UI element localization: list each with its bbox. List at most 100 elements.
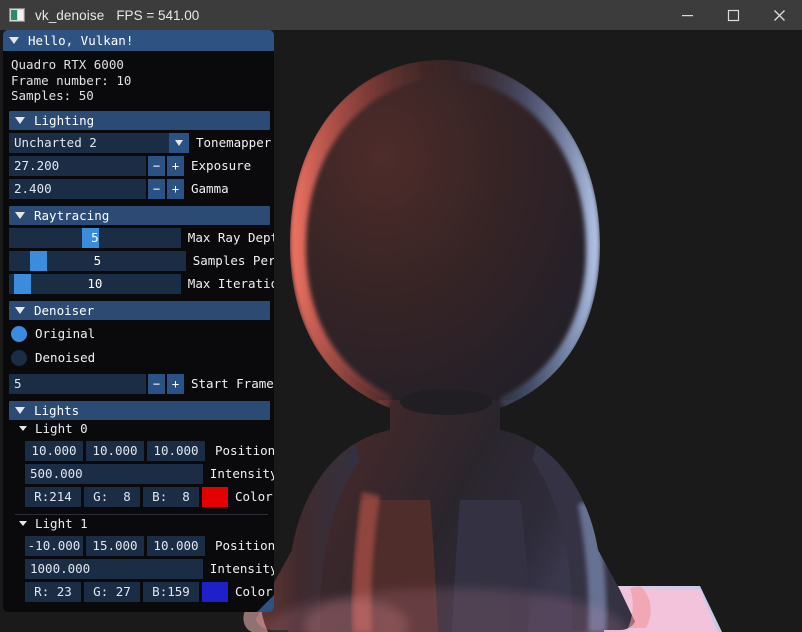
- row-exposure: 27.200 − + Exposure: [9, 155, 274, 176]
- panel-body: Quadro RTX 6000 Frame number: 10 Samples…: [3, 51, 274, 612]
- maximize-icon: [727, 9, 739, 21]
- collapse-icon-denoiser[interactable]: [15, 306, 25, 314]
- row-max-ray-depth: 5 Max Ray Dept: [9, 227, 274, 248]
- max-ray-depth-slider[interactable]: 5: [9, 227, 181, 248]
- panel-title-bar[interactable]: Hello, Vulkan!: [3, 30, 274, 51]
- start-frame-value: 5: [14, 376, 22, 391]
- light-1-position-label: Position: [215, 538, 274, 553]
- subsection-header-light-1[interactable]: Light 1: [19, 515, 274, 533]
- row-light-0-position: 10.000 10.000 10.000 Position: [25, 440, 274, 461]
- window-controls: [664, 0, 802, 30]
- light-0-color-swatch[interactable]: [202, 486, 228, 507]
- collapse-icon-light-1[interactable]: [19, 521, 27, 526]
- samples-per-frame-value: 5: [93, 253, 102, 268]
- minimize-button[interactable]: [664, 0, 710, 30]
- section-header-lighting[interactable]: Lighting: [9, 110, 270, 130]
- light-0-color-g[interactable]: G: 8: [84, 486, 140, 507]
- radio-denoised[interactable]: [11, 349, 27, 366]
- subsection-label-light-0: Light 0: [35, 421, 88, 436]
- close-button[interactable]: [756, 0, 802, 30]
- panel-resize-grip[interactable]: [257, 595, 274, 612]
- device-name: Quadro RTX 6000: [11, 57, 124, 72]
- close-icon: [773, 9, 785, 21]
- row-light-1-position: -10.000 15.000 10.000 Position: [25, 535, 274, 556]
- row-light-0-intensity: 500.000 Intensity: [25, 463, 274, 484]
- row-light-0-color: R:214 G: 8 B: 8 Color: [25, 486, 274, 507]
- chevron-down-icon[interactable]: [169, 132, 189, 153]
- window-fps-counter: FPS = 541.00: [116, 7, 200, 23]
- max-iterations-slider[interactable]: 10: [9, 273, 181, 294]
- start-frame-input[interactable]: 5: [9, 373, 146, 394]
- exposure-input[interactable]: 27.200: [9, 155, 146, 176]
- light-0-position-y[interactable]: 10.000: [86, 440, 144, 461]
- exposure-value: 27.200: [14, 158, 60, 173]
- exposure-increment-button[interactable]: +: [167, 155, 184, 176]
- window-title: vk_denoise: [35, 7, 105, 23]
- collapse-icon-lights[interactable]: [15, 406, 25, 414]
- light-0-position-z[interactable]: 10.000: [147, 440, 205, 461]
- maximize-button[interactable]: [710, 0, 756, 30]
- max-iterations-value: 10: [87, 276, 103, 291]
- light-0-color-r[interactable]: R:214: [25, 486, 81, 507]
- section-label-denoiser: Denoiser: [34, 302, 95, 318]
- light-0-color-label: Color: [235, 489, 273, 504]
- subsection-label-light-1: Light 1: [35, 516, 88, 531]
- gamma-increment-button[interactable]: +: [167, 178, 184, 199]
- tonemapper-select[interactable]: Uncharted 2: [9, 132, 189, 153]
- light-1-color-b[interactable]: B:159: [143, 581, 199, 602]
- gamma-decrement-button[interactable]: −: [148, 178, 165, 199]
- tonemapper-label: Tonemapper: [196, 135, 272, 150]
- row-samples-per-frame: 5 Samples Per: [9, 250, 274, 271]
- subsection-header-light-0[interactable]: Light 0: [19, 420, 274, 438]
- collapse-icon-light-0[interactable]: [19, 426, 27, 431]
- gamma-label: Gamma: [191, 181, 229, 196]
- device-info: Quadro RTX 6000 Frame number: 10 Samples…: [3, 51, 274, 108]
- max-ray-depth-value: 5: [91, 230, 99, 245]
- light-1-color-r[interactable]: R: 23: [25, 581, 81, 602]
- start-frame-increment-button[interactable]: +: [167, 373, 184, 394]
- light-0-intensity-input[interactable]: 500.000: [25, 463, 203, 484]
- minimize-icon: [681, 14, 693, 16]
- collapse-icon-lighting[interactable]: [15, 116, 25, 124]
- max-iterations-label: Max Iteratio: [187, 276, 274, 291]
- light-1-color-swatch[interactable]: [202, 581, 228, 602]
- radio-row-original[interactable]: Original: [11, 324, 274, 344]
- section-label-raytracing: Raytracing: [34, 207, 110, 223]
- light-1-position-z[interactable]: 10.000: [147, 535, 205, 556]
- radio-label-denoised: Denoised: [35, 350, 96, 365]
- section-header-lights[interactable]: Lights: [9, 400, 270, 420]
- light-1-position-y[interactable]: 15.000: [86, 535, 144, 556]
- panel-title: Hello, Vulkan!: [28, 33, 134, 48]
- collapse-icon-raytracing[interactable]: [15, 211, 25, 219]
- panel-collapse-icon[interactable]: [9, 37, 19, 44]
- start-frame-label: Start Frame: [191, 376, 274, 391]
- light-0-color-b[interactable]: B: 8: [143, 486, 199, 507]
- gamma-value: 2.400: [14, 181, 52, 196]
- radio-original[interactable]: [11, 325, 27, 342]
- row-max-iterations: 10 Max Iteratio: [9, 273, 274, 294]
- section-header-raytracing[interactable]: Raytracing: [9, 205, 270, 225]
- row-gamma: 2.400 − + Gamma: [9, 178, 274, 199]
- window-title-bar: vk_denoise FPS = 541.00: [0, 0, 802, 30]
- start-frame-decrement-button[interactable]: −: [148, 373, 165, 394]
- application-window: vk_denoise FPS = 541.00 Hello, Vulkan! Q…: [0, 0, 802, 632]
- samples-per-frame-slider[interactable]: 5: [9, 250, 186, 271]
- section-label-lights: Lights: [34, 402, 80, 418]
- row-tonemapper: Uncharted 2 Tonemapper: [9, 132, 274, 153]
- exposure-label: Exposure: [191, 158, 252, 173]
- gui-panel[interactable]: Hello, Vulkan! Quadro RTX 6000 Frame num…: [3, 30, 274, 612]
- radio-row-denoised[interactable]: Denoised: [11, 348, 274, 368]
- section-header-denoiser[interactable]: Denoiser: [9, 300, 270, 320]
- light-1-position-x[interactable]: -10.000: [25, 535, 83, 556]
- exposure-decrement-button[interactable]: −: [148, 155, 165, 176]
- section-label-lighting: Lighting: [34, 112, 95, 128]
- light-0-position-label: Position: [215, 443, 274, 458]
- radio-label-original: Original: [35, 326, 96, 341]
- light-0-position-x[interactable]: 10.000: [25, 440, 83, 461]
- row-start-frame: 5 − + Start Frame: [9, 373, 274, 394]
- light-1-intensity-input[interactable]: 1000.000: [25, 558, 203, 579]
- light-1-intensity-label: Intensity: [209, 561, 274, 576]
- gamma-input[interactable]: 2.400: [9, 178, 146, 199]
- light-1-color-g[interactable]: G: 27: [84, 581, 140, 602]
- samples-count: Samples: 50: [11, 88, 94, 103]
